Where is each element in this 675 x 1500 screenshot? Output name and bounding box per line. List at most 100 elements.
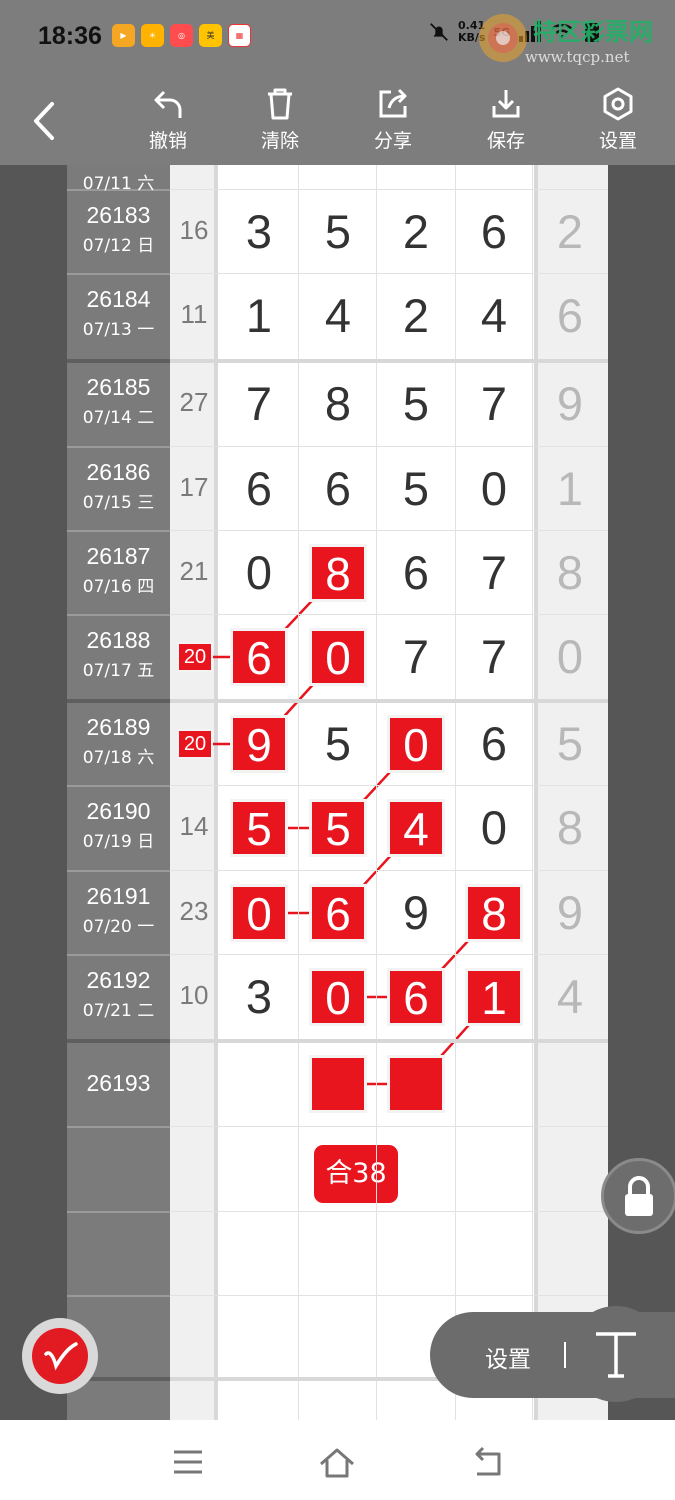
undo-button[interactable]: 撤销 — [133, 86, 203, 158]
digit-cell[interactable]: 0 — [531, 629, 608, 684]
digit-cell[interactable]: 0 — [455, 800, 533, 855]
empty-highlight-box[interactable] — [390, 1058, 442, 1110]
row-divider — [170, 1295, 608, 1296]
issue-number: 26184 — [86, 286, 151, 312]
digit-cell[interactable]: 6 — [299, 461, 377, 516]
clear-button[interactable]: 清除 — [245, 86, 315, 158]
issue-date: 07/13 一 — [82, 320, 155, 340]
sum-value: 10 — [179, 980, 209, 1010]
download-icon — [492, 90, 520, 118]
issue-label: 26191 07/20 一 — [67, 871, 170, 955]
issue-date: 07/17 五 — [82, 661, 155, 681]
digit-cell[interactable]: 9 — [531, 885, 608, 940]
digit-cell[interactable]: 7 — [455, 629, 533, 684]
left-margin — [0, 165, 67, 1420]
digit-cell[interactable]: 5 — [299, 204, 377, 259]
digit-cell[interactable]: 7 — [455, 376, 533, 431]
gear-icon — [603, 87, 633, 121]
highlighted-digit[interactable]: 5 — [233, 802, 285, 855]
nav-home-button[interactable] — [307, 1442, 367, 1482]
digit-cell[interactable]: 6 — [377, 545, 455, 600]
digit-cell[interactable]: 1 — [531, 461, 608, 516]
digit-cell[interactable]: 8 — [531, 545, 608, 600]
settings-label: 设置 — [598, 130, 637, 152]
mute-bell-icon — [430, 23, 448, 41]
digit-cell[interactable]: 5 — [299, 716, 377, 771]
highlighted-digit[interactable]: 0 — [233, 887, 285, 940]
lock-button[interactable] — [601, 1158, 675, 1234]
chevron-left-icon — [34, 102, 54, 140]
camera-app-icon: ◎ — [170, 24, 193, 47]
sum-highlight[interactable]: 20 — [179, 644, 211, 670]
highlighted-digit[interactable]: 4 — [390, 802, 442, 855]
share-button[interactable]: 分享 — [358, 86, 428, 158]
issue-number: 26192 — [86, 967, 151, 993]
highlighted-digit[interactable]: 5 — [312, 802, 364, 855]
highlighted-digit[interactable]: 0 — [390, 718, 442, 771]
issue-date: 07/14 二 — [82, 408, 155, 428]
sum-value: 27 — [179, 387, 209, 417]
digit-cell[interactable]: 2 — [531, 204, 608, 259]
highlighted-digit[interactable]: 8 — [312, 547, 364, 600]
trend-chart-grid[interactable]: 合38 16 3 5 2 6 2 11 1 4 2 4 6 27 7 8 5 7 9 17 6 6 5 0 1 21 0 6 7 8 20… — [170, 165, 608, 1420]
highlighted-digit[interactable]: 8 — [468, 887, 520, 940]
row-divider — [170, 273, 608, 274]
digit-cell[interactable]: 9 — [531, 376, 608, 431]
issue-date: 07/15 三 — [82, 493, 155, 513]
save-button[interactable]: 保存 — [471, 86, 541, 158]
highlighted-digit[interactable]: 0 — [312, 631, 364, 684]
sum-value: 16 — [179, 215, 209, 245]
digit-cell[interactable]: 8 — [531, 800, 608, 855]
sum-highlight[interactable]: 20 — [179, 731, 211, 757]
home-icon — [320, 1448, 354, 1478]
digit-cell[interactable]: 9 — [377, 885, 455, 940]
digit-cell[interactable]: 0 — [220, 545, 298, 600]
digit-cell[interactable]: 5 — [531, 716, 608, 771]
text-tool-button[interactable] — [568, 1306, 664, 1402]
nav-menu-button[interactable] — [158, 1442, 218, 1482]
digit-cell[interactable]: 5 — [377, 376, 455, 431]
digit-cell[interactable]: 6 — [455, 204, 533, 259]
clear-label: 清除 — [260, 130, 299, 152]
highlighted-digit[interactable]: 6 — [390, 971, 442, 1024]
settings-button[interactable]: 设置 — [583, 86, 653, 158]
pen-button[interactable] — [22, 1318, 98, 1394]
issue-number: 26183 — [86, 202, 151, 228]
column-divider — [376, 165, 377, 1420]
trash-icon — [268, 88, 292, 120]
highlighted-digit[interactable]: 6 — [312, 887, 364, 940]
digit-cell[interactable]: 4 — [299, 288, 377, 343]
label-divider — [67, 1126, 170, 1128]
digit-cell[interactable]: 7 — [220, 376, 298, 431]
digit-cell[interactable]: 5 — [377, 461, 455, 516]
digit-cell[interactable]: 6 — [531, 288, 608, 343]
digit-cell[interactable]: 1 — [220, 288, 298, 343]
watermark-url: www.tqcp.net — [525, 48, 630, 66]
column-divider — [532, 165, 533, 1420]
digit-cell[interactable]: 2 — [377, 204, 455, 259]
status-time: 18:36 — [38, 22, 102, 50]
digit-cell[interactable]: 6 — [455, 716, 533, 771]
meituan-app-icon: 美 — [199, 24, 222, 47]
floating-settings-label[interactable]: 设置 — [485, 1340, 531, 1374]
highlighted-digit[interactable]: 6 — [233, 631, 285, 684]
nav-back-button[interactable] — [457, 1442, 517, 1482]
digit-cell[interactable]: 3 — [220, 969, 298, 1024]
highlighted-digit[interactable]: 1 — [468, 971, 520, 1024]
issue-number: 26186 — [86, 459, 151, 485]
row-divider — [170, 785, 608, 786]
digit-cell[interactable]: 4 — [455, 288, 533, 343]
highlighted-digit[interactable]: 9 — [233, 718, 285, 771]
back-button[interactable] — [28, 98, 62, 144]
digit-cell[interactable]: 7 — [455, 545, 533, 600]
highlighted-digit[interactable]: 0 — [312, 971, 364, 1024]
digit-cell[interactable]: 4 — [531, 969, 608, 1024]
digit-cell[interactable]: 3 — [220, 204, 298, 259]
digit-cell[interactable]: 7 — [377, 629, 455, 684]
digit-cell[interactable]: 8 — [299, 376, 377, 431]
sum-badge[interactable]: 合38 — [314, 1145, 398, 1203]
digit-cell[interactable]: 0 — [455, 461, 533, 516]
digit-cell[interactable]: 2 — [377, 288, 455, 343]
digit-cell[interactable]: 6 — [220, 461, 298, 516]
empty-highlight-box[interactable] — [312, 1058, 364, 1110]
